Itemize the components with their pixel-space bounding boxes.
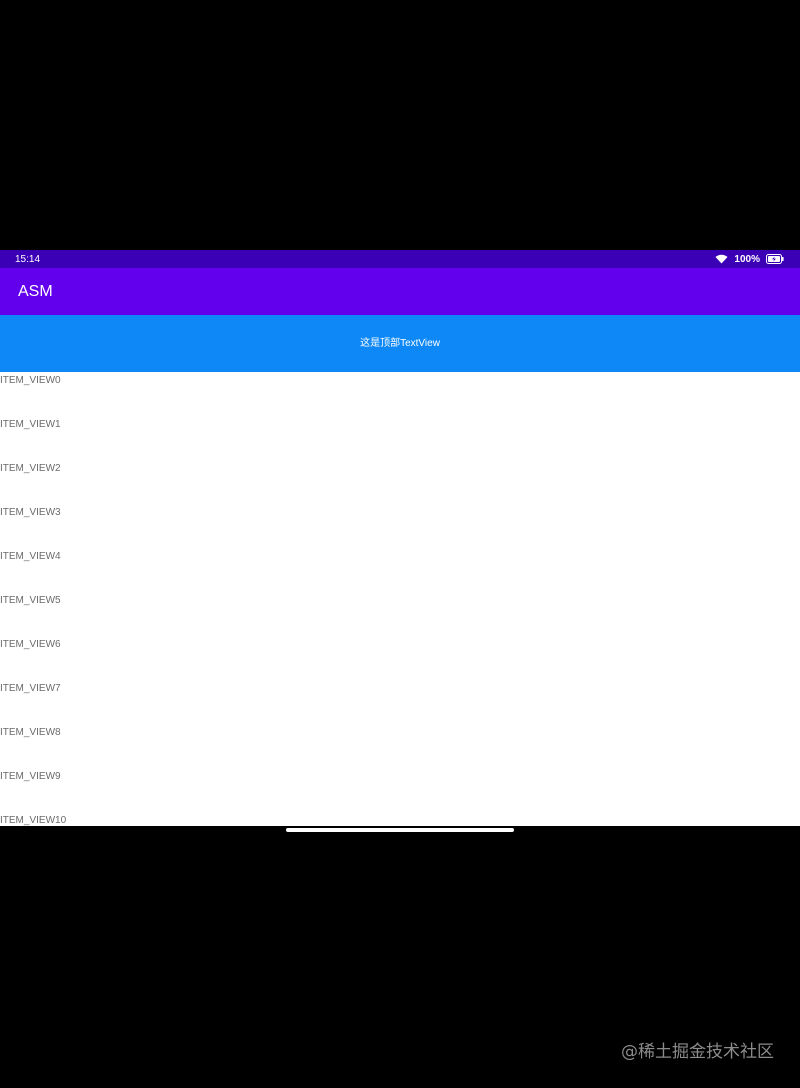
home-indicator-bar[interactable] xyxy=(286,828,514,832)
list-item[interactable]: ITEM_VIEW3 xyxy=(0,504,800,548)
list-item[interactable]: ITEM_VIEW9 xyxy=(0,768,800,812)
list-item-label: ITEM_VIEW8 xyxy=(0,727,61,738)
list-item[interactable]: ITEM_VIEW7 xyxy=(0,680,800,724)
app-toolbar: ASM xyxy=(0,268,800,315)
list-item-label: ITEM_VIEW1 xyxy=(0,419,61,430)
battery-percentage: 100% xyxy=(734,253,760,265)
list-item[interactable]: ITEM_VIEW8 xyxy=(0,724,800,768)
list-item[interactable]: ITEM_VIEW0 xyxy=(0,372,800,416)
top-textview-label: 这是顶部TextView xyxy=(360,337,440,349)
list-item[interactable]: ITEM_VIEW10 xyxy=(0,812,800,826)
list-item-label: ITEM_VIEW0 xyxy=(0,375,61,386)
list-item-label: ITEM_VIEW5 xyxy=(0,595,61,606)
list-item-label: ITEM_VIEW3 xyxy=(0,507,61,518)
list-item[interactable]: ITEM_VIEW2 xyxy=(0,460,800,504)
list-item-label: ITEM_VIEW7 xyxy=(0,683,61,694)
list-item-label: ITEM_VIEW2 xyxy=(0,463,61,474)
list-item-label: ITEM_VIEW6 xyxy=(0,639,61,650)
status-time: 15:14 xyxy=(15,254,41,265)
list-item-label: ITEM_VIEW4 xyxy=(0,551,61,562)
watermark-text: @稀土掘金技术社区 xyxy=(621,1042,774,1062)
list-item[interactable]: ITEM_VIEW6 xyxy=(0,636,800,680)
list-item[interactable]: ITEM_VIEW5 xyxy=(0,592,800,636)
device-frame: 15:14 100% ASM 这是顶部TextView ITEM_VIEW0 I… xyxy=(0,0,800,1088)
status-bar: 15:14 100% xyxy=(0,250,800,268)
battery-charging-icon xyxy=(766,254,784,264)
list-item[interactable]: ITEM_VIEW1 xyxy=(0,416,800,460)
list-item[interactable]: ITEM_VIEW4 xyxy=(0,548,800,592)
list-item-label: ITEM_VIEW9 xyxy=(0,771,61,782)
top-textview: 这是顶部TextView xyxy=(0,315,800,372)
wifi-icon xyxy=(715,254,728,264)
status-indicators: 100% xyxy=(715,253,784,265)
app-title: ASM xyxy=(18,283,53,300)
list-item-label: ITEM_VIEW10 xyxy=(0,815,67,826)
app-screen: 15:14 100% ASM 这是顶部TextView ITEM_VIEW0 I… xyxy=(0,250,800,826)
item-list[interactable]: ITEM_VIEW0 ITEM_VIEW1 ITEM_VIEW2 ITEM_VI… xyxy=(0,372,800,826)
